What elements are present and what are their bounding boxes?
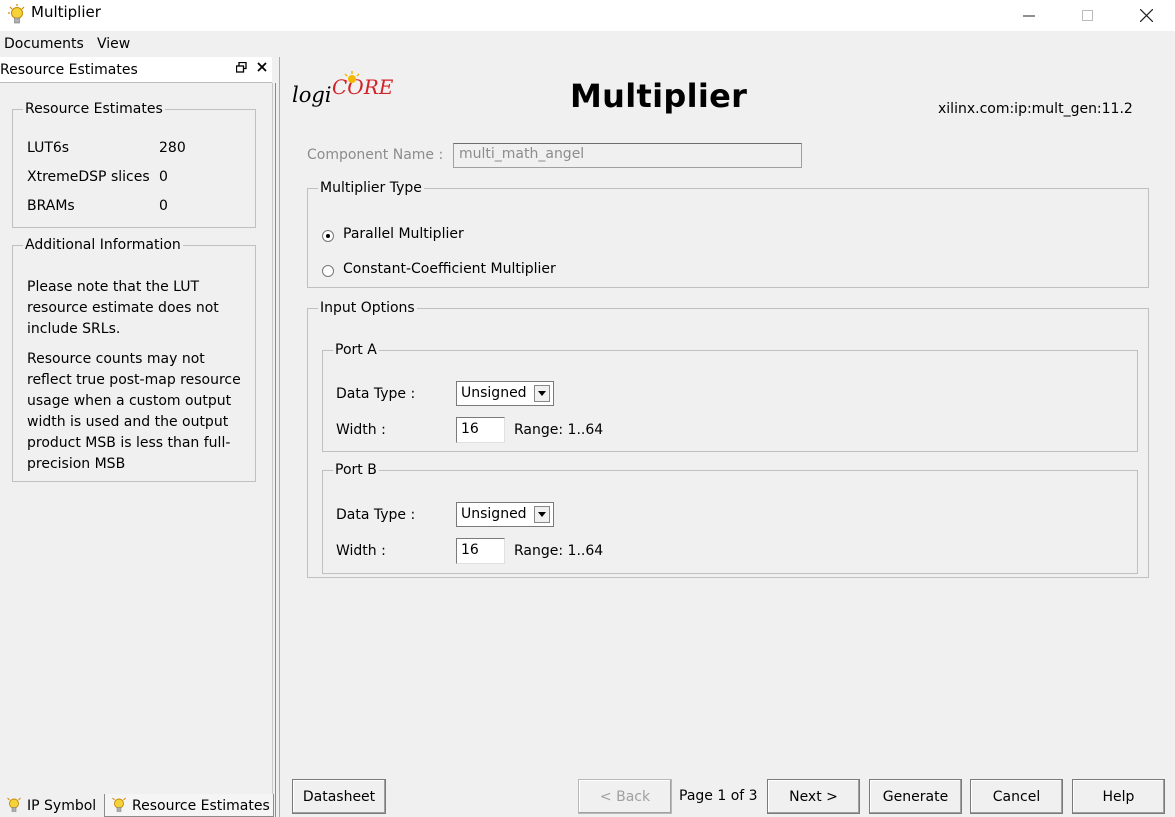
logicore-logo: logi CORE bbox=[292, 71, 402, 111]
logo-text-logi: logi bbox=[292, 83, 332, 107]
group-title: Multiplier Type bbox=[320, 180, 422, 196]
tab-label: IP Symbol bbox=[27, 798, 97, 814]
additional-information-group: Additional Information Please note that … bbox=[12, 237, 256, 482]
tab-label: Resource Estimates bbox=[132, 798, 270, 814]
constant-coefficient-multiplier-radio[interactable] bbox=[322, 265, 334, 277]
cancel-button[interactable]: Cancel bbox=[970, 779, 1063, 814]
menu-view[interactable]: View bbox=[97, 36, 130, 52]
component-name-field: multi_math_angel bbox=[453, 143, 802, 168]
close-panel-icon[interactable] bbox=[257, 60, 267, 76]
brams-label: BRAMs bbox=[27, 198, 75, 214]
range-label: Range: 1..64 bbox=[514, 543, 604, 559]
minimize-icon bbox=[1023, 15, 1035, 16]
next-button[interactable]: Next > bbox=[767, 779, 860, 814]
title-bar: Multiplier bbox=[0, 0, 1175, 31]
width-label: Width : bbox=[336, 422, 386, 438]
group-title: Additional Information bbox=[25, 237, 181, 253]
parallel-multiplier-radio[interactable] bbox=[322, 230, 334, 242]
lightbulb-icon bbox=[7, 797, 21, 812]
brams-value: 0 bbox=[159, 198, 168, 214]
lut6s-value: 280 bbox=[159, 140, 186, 156]
lightbulb-icon bbox=[112, 797, 126, 812]
maximize-icon bbox=[1081, 10, 1093, 21]
dsp-slices-label: XtremeDSP slices bbox=[27, 169, 150, 185]
help-button[interactable]: Help bbox=[1072, 779, 1165, 814]
data-type-label: Data Type : bbox=[336, 507, 416, 523]
port-a-width-input[interactable]: 16 bbox=[456, 417, 505, 443]
group-title: Resource Estimates bbox=[25, 101, 163, 117]
chevron-down-icon[interactable] bbox=[534, 385, 550, 402]
lightbulb-icon bbox=[8, 4, 25, 24]
resource-estimates-panel: Resource Estimates Resource Estimates LU… bbox=[0, 57, 276, 817]
select-value: Unsigned bbox=[461, 506, 527, 522]
port-b-group: Port B Data Type : Unsigned Width : 16 R… bbox=[322, 462, 1138, 574]
parallel-multiplier-label[interactable]: Parallel Multiplier bbox=[343, 226, 464, 242]
window-title: Multiplier bbox=[31, 3, 101, 21]
main-content: logi CORE Multiplier xilinx.com:ip:mult_… bbox=[279, 57, 1175, 817]
width-label: Width : bbox=[336, 543, 386, 559]
group-title: Port B bbox=[335, 462, 377, 478]
port-b-width-input[interactable]: 16 bbox=[456, 538, 505, 564]
component-name-label: Component Name : bbox=[307, 147, 444, 163]
page-title: Multiplier bbox=[570, 77, 748, 115]
constant-coefficient-multiplier-label[interactable]: Constant-Coefficient Multiplier bbox=[343, 261, 556, 277]
group-title: Port A bbox=[335, 342, 377, 358]
generate-button[interactable]: Generate bbox=[869, 779, 962, 814]
panel-header: Resource Estimates bbox=[0, 57, 272, 83]
menu-bar: Documents View bbox=[0, 31, 1175, 55]
tab-ip-symbol[interactable]: IP Symbol bbox=[0, 794, 104, 817]
close-icon bbox=[257, 62, 267, 72]
close-icon bbox=[1139, 9, 1153, 22]
panel-divider bbox=[272, 83, 276, 817]
restore-icon bbox=[235, 61, 247, 73]
panel-header-title: Resource Estimates bbox=[0, 62, 138, 78]
resource-estimates-group: Resource Estimates LUT6s 280 XtremeDSP s… bbox=[12, 101, 256, 228]
port-b-data-type-select[interactable]: Unsigned bbox=[456, 502, 554, 527]
dsp-slices-value: 0 bbox=[159, 169, 168, 185]
menu-documents[interactable]: Documents bbox=[4, 36, 84, 52]
input-options-group: Input Options Port A Data Type : Unsigne… bbox=[307, 300, 1149, 578]
range-label: Range: 1..64 bbox=[514, 422, 604, 438]
lut6s-label: LUT6s bbox=[27, 140, 70, 156]
select-value: Unsigned bbox=[461, 385, 527, 401]
back-button[interactable]: < Back bbox=[578, 779, 672, 814]
page-indicator: Page 1 of 3 bbox=[679, 788, 758, 804]
chevron-down-icon[interactable] bbox=[534, 506, 550, 523]
data-type-label: Data Type : bbox=[336, 386, 416, 402]
datasheet-button[interactable]: Datasheet bbox=[292, 779, 386, 814]
port-a-data-type-select[interactable]: Unsigned bbox=[456, 381, 554, 406]
ip-identifier: xilinx.com:ip:mult_gen:11.2 bbox=[938, 101, 1133, 117]
maximize-button[interactable] bbox=[1058, 0, 1116, 31]
port-a-group: Port A Data Type : Unsigned Width : 16 R… bbox=[322, 342, 1138, 452]
info-paragraph: Please note that the LUT resource estima… bbox=[27, 279, 219, 337]
minimize-button[interactable] bbox=[1000, 0, 1058, 31]
close-button[interactable] bbox=[1117, 0, 1175, 31]
info-paragraph: Resource counts may not reflect true pos… bbox=[27, 351, 241, 472]
logo-sparkle-icon bbox=[344, 71, 360, 83]
multiplier-type-group: Multiplier Type Parallel Multiplier Cons… bbox=[307, 180, 1149, 288]
group-title: Input Options bbox=[320, 300, 415, 316]
float-panel-icon[interactable] bbox=[235, 61, 247, 76]
tab-resource-estimates[interactable]: Resource Estimates bbox=[104, 794, 274, 817]
